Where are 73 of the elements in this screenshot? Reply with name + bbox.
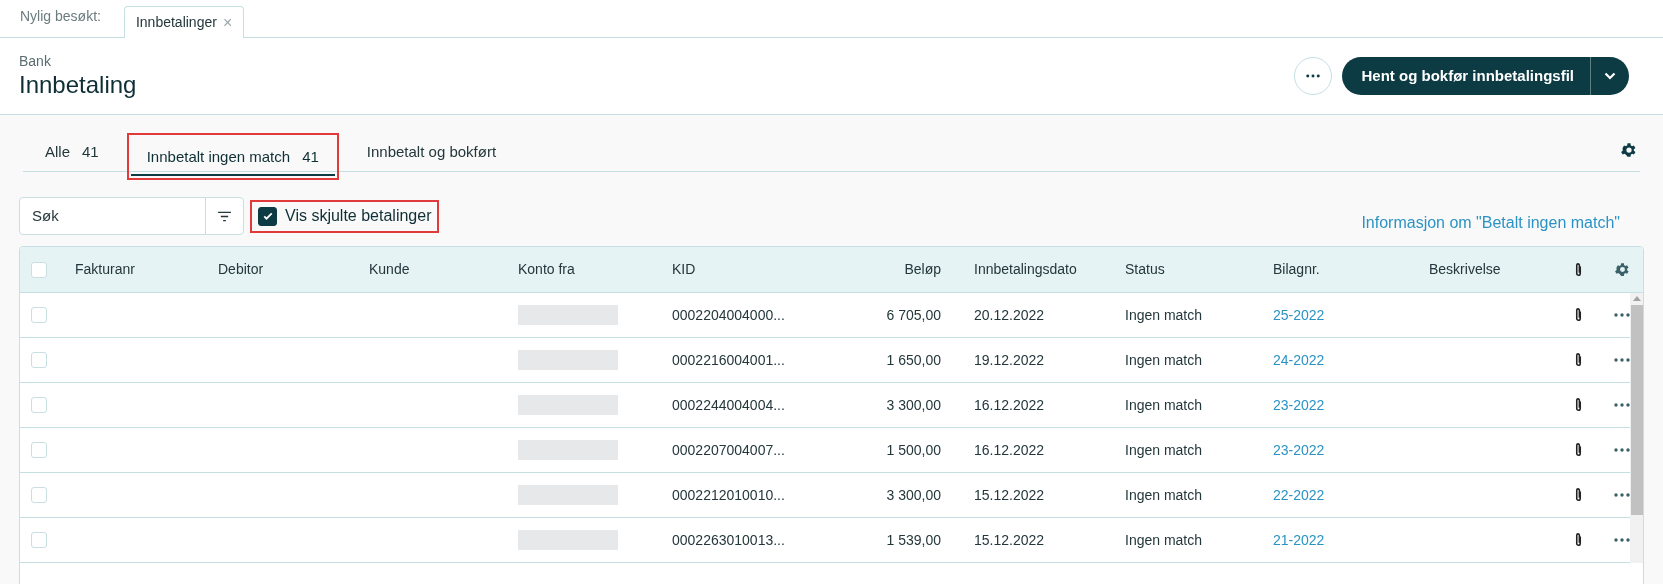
check-icon [261,210,274,222]
chevron-down-icon [1604,72,1616,80]
more-icon[interactable] [1614,493,1630,497]
paperclip-icon[interactable] [1575,352,1582,368]
voucher-link[interactable]: 24-2022 [1273,349,1429,371]
filter-tab[interactable]: Innbetalt ingen match 41 [130,140,335,176]
page-title: Innbetaling [19,70,137,100]
breadcrumb[interactable]: Bank [19,52,137,70]
table-cell-text: Ingen match [1125,350,1204,370]
settings-icon[interactable] [1614,261,1631,278]
recent-tab[interactable]: Innbetalinger × [123,6,245,38]
table-cell-text: 16.12.2022 [974,395,1046,415]
table-cell-text: Ingen match [1125,530,1204,550]
primary-button[interactable]: Hent og bokfør innbetalingsfil [1341,57,1591,95]
more-icon[interactable] [1305,74,1320,78]
column-header[interactable]: Beskrivelse [1429,259,1575,280]
table-cell-text: 0002212010010... [672,485,786,505]
more-icon[interactable] [1614,403,1630,407]
table-cell-text: Ingen match [1125,305,1204,325]
table-cell-text: 0002263010013... [672,530,786,550]
more-icon[interactable] [1614,538,1630,542]
table-cell-text: Ingen match [1125,440,1204,460]
settings-icon[interactable] [1620,140,1638,159]
table-cell-text: 0002207004007... [672,440,786,460]
voucher-link[interactable]: 22-2022 [1273,484,1429,506]
table-cell-text: 19.12.2022 [974,350,1046,370]
table-cell-text: 3 300,00 [885,395,942,415]
table-cell-text: 15.12.2022 [974,485,1046,505]
voucher-link[interactable]: 25-2022 [1273,304,1429,326]
paperclip-icon[interactable] [1575,532,1582,548]
column-header[interactable]: Fakturanr [75,259,218,280]
table-cell-text: 0002216004001... [672,350,786,370]
table-cell-text: 1 500,00 [885,440,942,460]
table-cell-text: 20.12.2022 [974,305,1046,325]
table-cell-text: 0002204004000... [672,305,786,325]
table-cell-text: 6 705,00 [885,305,942,325]
filter-tab[interactable]: Alle 41 [29,135,115,171]
table-cell-text: 1 650,00 [885,350,942,370]
more-icon[interactable] [1614,313,1630,317]
checkbox[interactable] [258,206,277,226]
column-header[interactable]: KID [672,259,821,280]
column-header[interactable]: Beløp [821,259,974,280]
column-header[interactable]: Debitor [218,259,369,280]
more-icon[interactable] [1614,358,1630,362]
table-cell-text: 15.12.2022 [974,530,1046,550]
table-cell-text: 1 539,00 [885,530,942,550]
recent-label: Nylig besøkt: [20,7,101,26]
paperclip-icon[interactable] [1575,397,1582,413]
voucher-link[interactable]: 23-2022 [1273,439,1429,461]
voucher-link[interactable]: 21-2022 [1273,529,1429,551]
filter-tab[interactable]: Innbetalt og bokført [350,135,513,171]
voucher-link[interactable]: 23-2022 [1273,394,1429,416]
paperclip-icon[interactable] [1575,487,1582,503]
column-header[interactable]: Konto fra [518,259,672,280]
search-field[interactable]: Søk [19,197,244,235]
paperclip-icon[interactable] [1575,442,1582,458]
table-cell-text: 0002244004004... [672,395,786,415]
column-header[interactable]: Kunde [369,259,518,280]
more-icon[interactable] [1614,448,1630,452]
checkbox-label[interactable]: Vis skjulte betalinger [285,204,432,228]
table-cell-text: Ingen match [1125,485,1204,505]
column-header[interactable]: Bilagnr. [1273,259,1429,280]
column-header[interactable]: Status [1125,259,1273,280]
scrollbar[interactable] [1630,293,1643,563]
paperclip-icon[interactable] [1575,307,1582,323]
tab-label: Innbetalinger [135,13,217,32]
paperclip-icon[interactable] [1575,261,1582,278]
search-input[interactable]: Søk [20,198,205,234]
table-cell-text: 16.12.2022 [974,440,1046,460]
table-cell-text: Ingen match [1125,395,1204,415]
column-header[interactable]: Innbetalingsdato [974,259,1125,280]
table-cell-text: 3 300,00 [885,485,942,505]
dropdown-button[interactable] [1591,57,1629,95]
